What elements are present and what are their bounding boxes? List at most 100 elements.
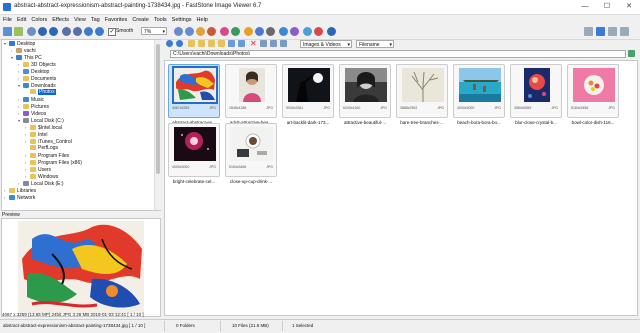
scrollbar-thumb[interactable] [156,44,160,174]
file-filter-select[interactable]: Images & Videos ▾ [300,40,352,48]
delete-icon[interactable]: ✕ [250,39,257,48]
tree-item-music[interactable]: › Music [18,96,44,103]
zoom-select[interactable]: 7% ▾ [141,27,167,35]
back-icon[interactable] [166,40,173,47]
crop-icon[interactable] [196,27,205,36]
tree-item-pictures[interactable]: › Pictures [18,103,49,110]
copy-to-icon[interactable] [208,40,215,47]
folder-up-icon[interactable] [188,40,195,47]
open-folder-icon[interactable] [3,27,12,36]
zoom-out-icon[interactable] [62,27,71,36]
thumbnail-size-icon[interactable] [280,40,287,47]
deselect-icon[interactable] [238,40,245,47]
thumbnail-item[interactable]: 5184x3456 JPG [225,123,277,177]
thumbnail-item[interactable]: 4000x3000 JPG [453,64,505,118]
new-folder-icon[interactable] [198,40,205,47]
tree-item-program-files[interactable]: › Program Files [25,152,69,159]
thumbnail-item[interactable]: 3888x2592 JPG [396,64,448,118]
tree-item-vachi[interactable]: › vachi [11,47,36,54]
thumbnail-format: JPG [266,106,273,110]
thumbnail-item[interactable]: 5040x3361 JPG [282,64,334,118]
menu-colors[interactable]: Colors [29,15,49,25]
info-icon[interactable] [303,27,312,36]
red-eye-icon[interactable] [207,27,216,36]
tree-item-windows[interactable]: › Windows [25,173,58,180]
tree-item-documents[interactable]: › Documents [18,75,56,82]
status-divider [282,321,283,331]
thumbnail-item[interactable]: 5184x3456 JPG [567,64,619,118]
tree-item-perflogs[interactable]: PerfLogs [25,145,58,152]
tree-item-this-pc[interactable]: ▾ This PC [11,54,42,61]
previous-icon[interactable] [38,27,47,36]
tree-item-itunes-control[interactable]: › iTunes_Control [25,138,72,145]
menu-settings[interactable]: Settings [170,15,194,25]
menu-favorites[interactable]: Favorites [103,15,130,25]
thumbnail-item[interactable]: 4000x3000 JPG [168,123,220,177]
color-adjust-icon[interactable] [220,27,229,36]
tree-item-intel-local[interactable]: › $Intel.local [25,124,62,131]
email-icon[interactable] [266,27,275,36]
tree-item-3d-objects[interactable]: › 3D Objects [18,61,56,68]
tree-item-local-disk-c[interactable]: ▾ Local Disk (C:) [18,117,64,124]
next-icon[interactable] [49,27,58,36]
sort-select[interactable]: Filename ▾ [356,40,394,48]
menu-effects[interactable]: Effects [50,15,71,25]
tree-item-label: Photos [38,89,56,95]
menu-view[interactable]: View [72,15,88,25]
status-selected: 1 Selected [292,323,314,328]
maximize-button[interactable]: ☐ [596,0,618,13]
tree-item-desktop-folder[interactable]: › Desktop [18,68,49,75]
thumbnail-item[interactable]: 4067x3259 JPG [168,64,220,118]
menu-file[interactable]: File [1,15,14,25]
menu-edit[interactable]: Edit [15,15,28,25]
tree-item-videos[interactable]: › Videos [18,110,46,117]
menu-help[interactable]: Help [195,15,210,25]
forward-icon[interactable] [176,40,183,47]
actual-size-icon[interactable] [95,27,104,36]
acquire-icon[interactable] [27,27,36,36]
tree-item-program-files-x86[interactable]: › Program Files (x86) [25,159,82,166]
layout-2-icon[interactable] [596,27,605,36]
tree-item-network[interactable]: › Network [4,194,35,201]
move-to-icon[interactable] [218,40,225,47]
layout-4-icon[interactable] [620,27,629,36]
rotate-left-icon[interactable] [174,27,183,36]
rotate-right-icon[interactable] [185,27,194,36]
close-button[interactable]: ✕ [618,0,640,13]
open-file-icon[interactable] [14,27,23,36]
layout-1-icon[interactable] [584,27,593,36]
resize-icon[interactable] [231,27,240,36]
tree-item-desktop[interactable]: ▾ Desktop [4,40,35,47]
thumbnail-item[interactable]: 2848x4288 JPG [225,64,277,118]
zoom-in-icon[interactable] [73,27,82,36]
menu-create[interactable]: Create [130,15,151,25]
thumbnail-image [524,68,550,102]
refresh-icon[interactable] [260,40,267,47]
tree-item-libraries[interactable]: › Libraries [4,187,36,194]
go-icon[interactable] [628,50,635,57]
draw-icon[interactable] [244,27,253,36]
menu-tag[interactable]: Tag [89,15,102,25]
minimize-button[interactable]: — [574,0,596,13]
thumbnail-item[interactable]: 3584x5559 JPG [510,64,562,118]
delete-icon[interactable] [314,27,323,36]
thumbnail-item[interactable]: 6240x4160 JPG [339,64,391,118]
smooth-checkbox[interactable]: ✓ [108,28,116,36]
wallpaper-icon[interactable] [290,27,299,36]
fit-window-icon[interactable] [84,27,93,36]
slideshow-icon[interactable] [255,27,264,36]
layout-3-icon[interactable] [608,27,617,36]
menu-tools[interactable]: Tools [152,15,169,25]
fullscreen-icon[interactable] [327,27,336,36]
tree-item-intel[interactable]: › Intel [25,131,47,138]
details-view-icon[interactable] [270,40,277,47]
select-all-icon[interactable] [228,40,235,47]
path-input[interactable]: C:\Users\vachi\Downloads\Photos\ [170,50,626,58]
tree-item-downloads[interactable]: ▾ Downloads [18,82,56,89]
tree-item-users[interactable]: › Users [25,166,51,173]
tree-item-photos[interactable]: Photos [25,89,56,96]
thumbnail-dimensions: 4000x3000 [172,165,190,169]
tree-item-local-disk-e[interactable]: › Local Disk (E:) [18,180,64,187]
tree-scrollbar[interactable] [154,40,161,210]
print-icon[interactable] [279,27,288,36]
